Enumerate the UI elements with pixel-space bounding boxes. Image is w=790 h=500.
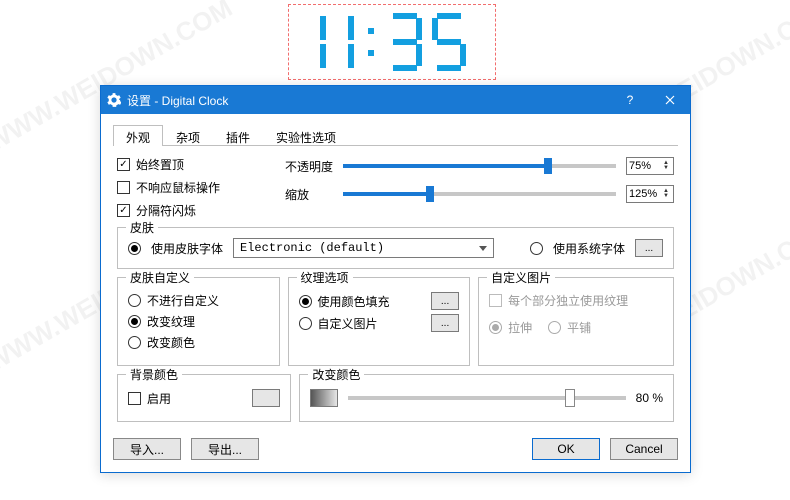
tab-appearance[interactable]: 外观: [113, 125, 163, 146]
group-image: 自定义图片 每个部分独立使用纹理 拉伸 平铺: [478, 277, 674, 366]
check-no-mouse[interactable]: [117, 181, 130, 194]
spin-zoom[interactable]: 125%▲▼: [626, 185, 674, 203]
group-customize: 皮肤自定义 不进行自定义 改变纹理 改变颜色: [117, 277, 280, 366]
button-cancel[interactable]: Cancel: [610, 438, 678, 460]
dialog-title: 设置 - Digital Clock: [127, 92, 610, 109]
group-change-label: 改变颜色: [308, 366, 364, 383]
label-per-part: 每个部分独立使用纹理: [508, 292, 628, 309]
group-skin: 皮肤 使用皮肤字体 Electronic (default) 使用系统字体: [117, 227, 674, 269]
label-cust-texture: 改变纹理: [147, 313, 195, 330]
clock-widget[interactable]: [288, 4, 496, 80]
gear-icon: [107, 93, 121, 107]
tab-bar: 外观 杂项 插件 实验性选项: [113, 124, 678, 146]
help-button[interactable]: ?: [610, 86, 650, 114]
label-always-on-top: 始终置顶: [136, 156, 184, 173]
radio-cust-none[interactable]: [128, 294, 141, 307]
close-button[interactable]: [650, 86, 690, 114]
tab-experimental[interactable]: 实验性选项: [263, 125, 349, 146]
check-per-part: [489, 294, 502, 307]
label-sep-blink: 分隔符闪烁: [136, 202, 196, 219]
label-system-font: 使用系统字体: [553, 240, 625, 257]
slider-zoom[interactable]: [343, 192, 616, 196]
button-ok[interactable]: OK: [532, 438, 600, 460]
label-bg-enable: 启用: [147, 390, 246, 407]
button-export[interactable]: 导出...: [191, 438, 259, 460]
tab-misc[interactable]: 杂项: [163, 125, 213, 146]
slider-opacity[interactable]: [343, 164, 616, 168]
radio-stretch: [489, 321, 502, 334]
check-sep-blink[interactable]: [117, 204, 130, 217]
label-stretch: 拉伸: [508, 319, 532, 336]
clock-display: [297, 10, 487, 74]
button-tex-image[interactable]: [431, 314, 459, 332]
group-bgcolor: 背景颜色 启用: [117, 374, 291, 422]
label-opacity: 不透明度: [285, 158, 333, 175]
label-tex-image: 自定义图片: [318, 315, 426, 332]
radio-tex-image[interactable]: [299, 317, 312, 330]
group-change-color: 改变颜色 80 %: [299, 374, 674, 422]
dropdown-skin[interactable]: Electronic (default): [233, 238, 494, 258]
group-image-label: 自定义图片: [487, 269, 555, 286]
settings-dialog: 设置 - Digital Clock ? 外观 杂项 插件 实验性选项 始终置顶…: [100, 85, 691, 473]
group-texture-label: 纹理选项: [297, 269, 353, 286]
button-import[interactable]: 导入...: [113, 438, 181, 460]
label-tex-fill: 使用颜色填充: [318, 293, 426, 310]
button-tex-color[interactable]: [431, 292, 459, 310]
spin-opacity[interactable]: 75%▲▼: [626, 157, 674, 175]
radio-tile: [548, 321, 561, 334]
radio-tex-fill[interactable]: [299, 295, 312, 308]
label-cust-color: 改变颜色: [147, 334, 195, 351]
group-customize-label: 皮肤自定义: [126, 269, 194, 286]
tab-plugins[interactable]: 插件: [213, 125, 263, 146]
group-bg-label: 背景颜色: [126, 366, 182, 383]
label-cust-none: 不进行自定义: [147, 292, 219, 309]
group-skin-label: 皮肤: [126, 219, 158, 236]
swatch-change[interactable]: [310, 389, 338, 407]
radio-system-font[interactable]: [530, 242, 543, 255]
check-always-on-top[interactable]: [117, 158, 130, 171]
group-texture: 纹理选项 使用颜色填充 自定义图片: [288, 277, 471, 366]
button-system-font-picker[interactable]: [635, 239, 663, 257]
radio-skin-font[interactable]: [128, 242, 141, 255]
swatch-bg[interactable]: [252, 389, 280, 407]
radio-cust-texture[interactable]: [128, 315, 141, 328]
label-change-value: 80 %: [636, 391, 663, 405]
label-tile: 平铺: [567, 319, 591, 336]
titlebar: 设置 - Digital Clock ?: [101, 86, 690, 114]
radio-cust-color[interactable]: [128, 336, 141, 349]
label-no-mouse: 不响应鼠标操作: [136, 179, 220, 196]
check-bg-enable[interactable]: [128, 392, 141, 405]
slider-change[interactable]: [348, 396, 625, 400]
label-zoom: 缩放: [285, 186, 333, 203]
label-skin-font: 使用皮肤字体: [151, 240, 223, 257]
